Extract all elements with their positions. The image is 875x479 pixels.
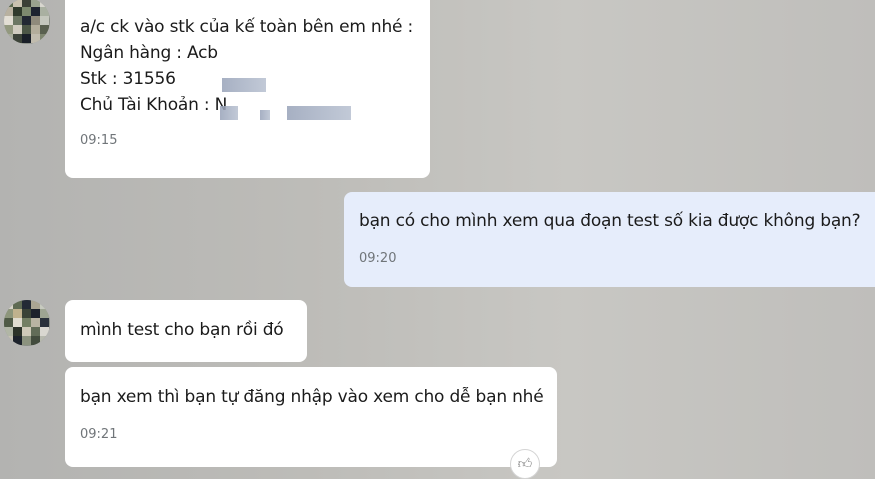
- message-text: bạn có cho mình xem qua đoạn test số kia…: [359, 211, 861, 231]
- message-text: a/c ck vào stk của kế toàn bên em nhé :: [80, 17, 414, 37]
- message-timestamp: 09:20: [359, 251, 397, 266]
- message-timestamp: 09:15: [80, 133, 118, 148]
- incoming-message[interactable]: a/c ck vào stk của kế toàn bên em nhé : …: [65, 0, 430, 178]
- redacted-account-name: [287, 106, 351, 120]
- chat-thread: a/c ck vào stk của kế toàn bên em nhé : …: [0, 0, 875, 479]
- message-text: mình test cho bạn rồi đó: [80, 320, 284, 340]
- message-text: Chủ Tài Khoản : N: [80, 95, 228, 115]
- incoming-message[interactable]: bạn xem thì bạn tự đăng nhập vào xem cho…: [65, 367, 557, 467]
- incoming-message[interactable]: mình test cho bạn rồi đó: [65, 300, 307, 362]
- message-text: bạn xem thì bạn tự đăng nhập vào xem cho…: [80, 387, 544, 407]
- redacted-account-name: [220, 106, 238, 120]
- redacted-account-name: [260, 110, 270, 120]
- like-icon: 👍︎: [517, 456, 533, 472]
- reaction-button[interactable]: 👍︎: [510, 449, 540, 479]
- contact-avatar[interactable]: [4, 300, 50, 346]
- contact-avatar[interactable]: [4, 0, 50, 44]
- message-text: Ngân hàng : Acb: [80, 43, 218, 63]
- redacted-account-number: [222, 78, 266, 92]
- outgoing-message[interactable]: bạn có cho mình xem qua đoạn test số kia…: [344, 192, 875, 287]
- message-timestamp: 09:21: [80, 427, 118, 442]
